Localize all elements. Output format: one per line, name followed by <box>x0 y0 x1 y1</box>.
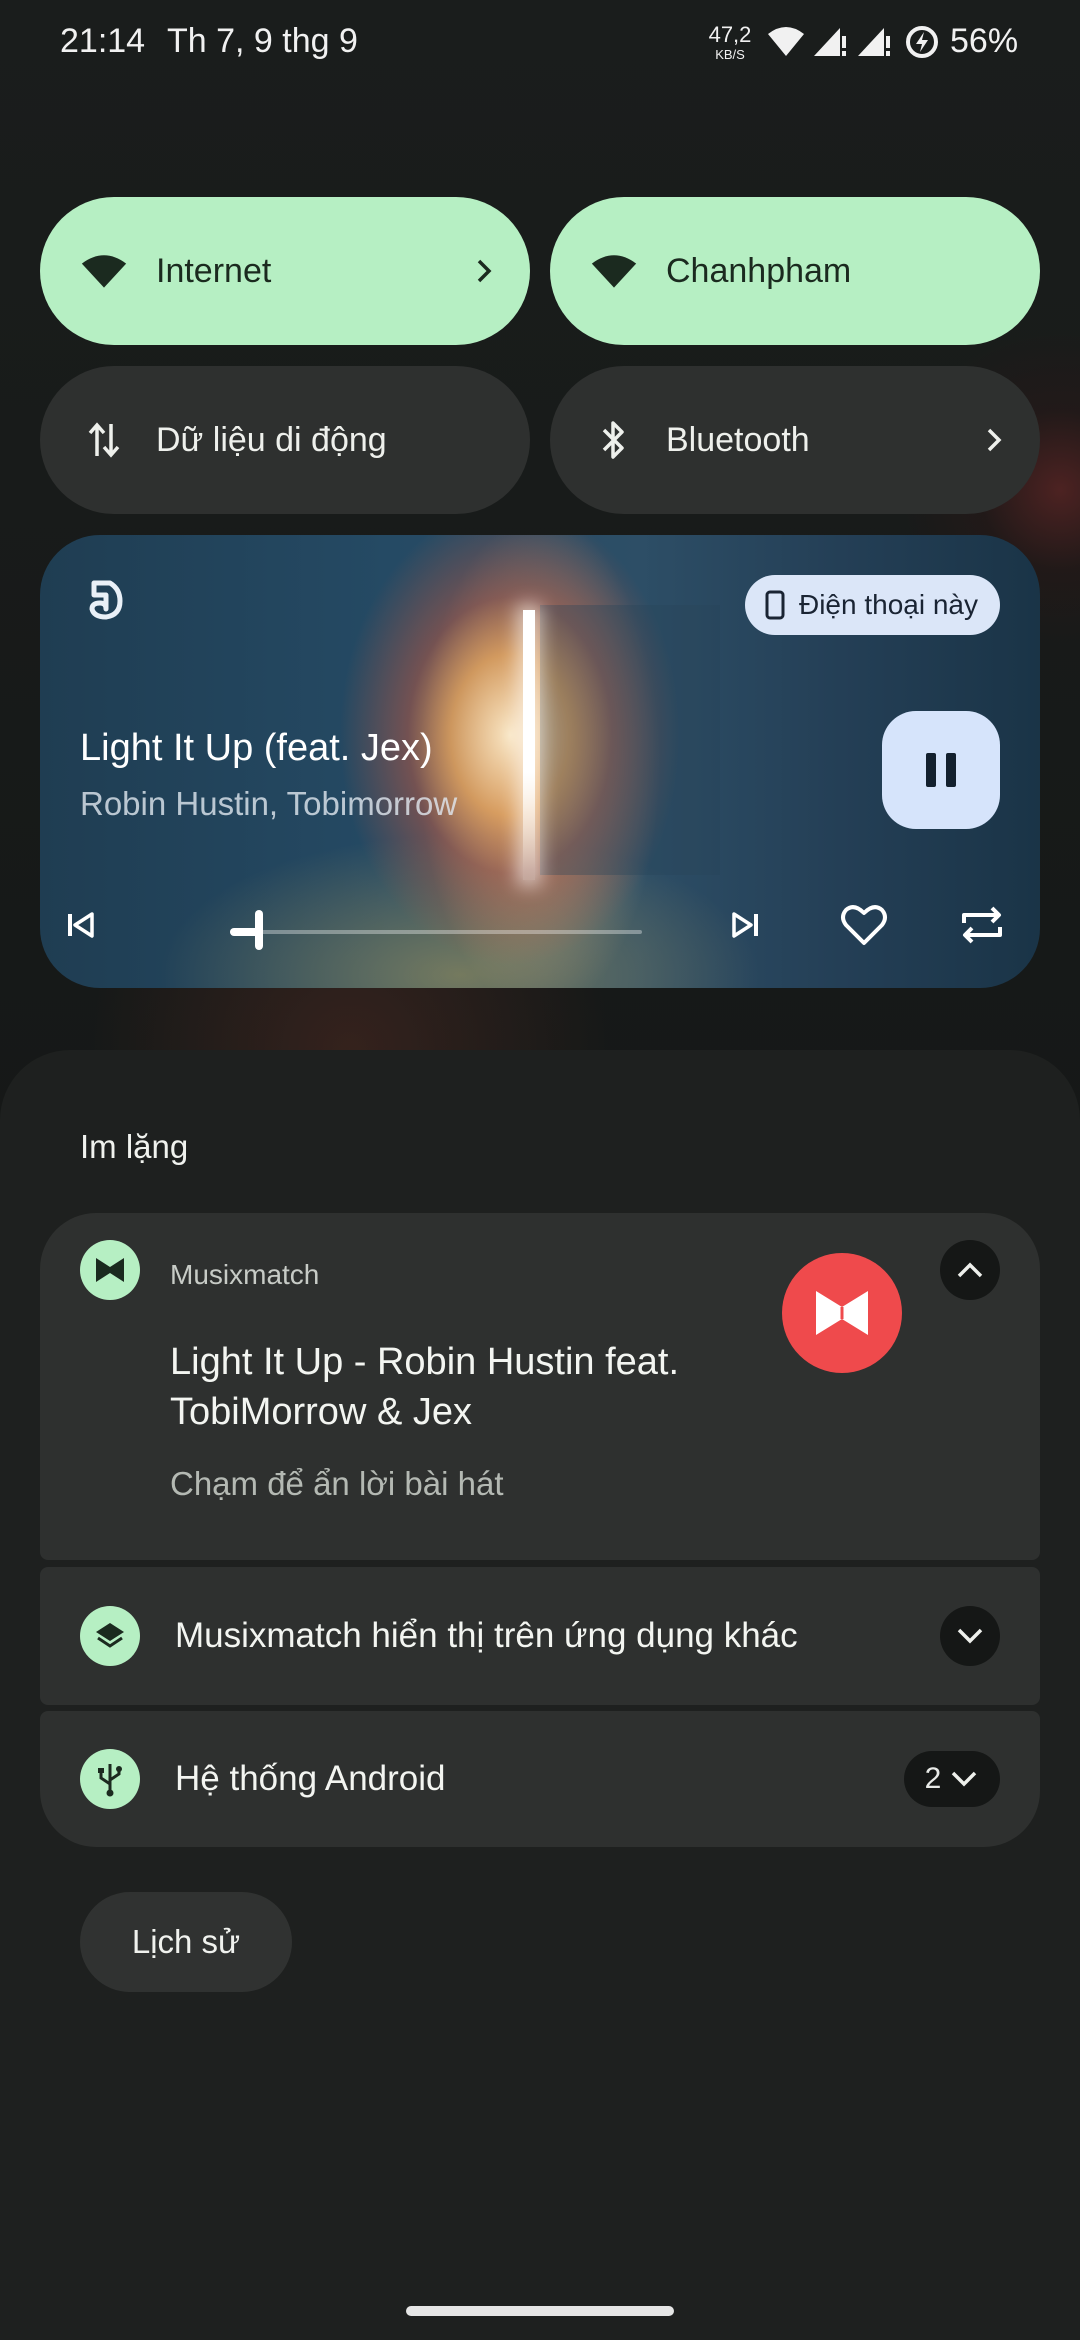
musixmatch-logo-icon <box>782 1253 902 1373</box>
gesture-navigation-handle[interactable] <box>406 2306 674 2316</box>
seek-bar[interactable] <box>230 910 642 950</box>
network-speed-unit: KB/S <box>715 47 745 62</box>
wifi-icon <box>768 27 804 56</box>
heart-icon[interactable] <box>838 899 890 951</box>
notification-count-expand[interactable]: 2 <box>904 1751 1000 1807</box>
chevron-down-icon <box>957 1628 983 1644</box>
bluetooth-icon <box>590 416 638 464</box>
music-note-icon <box>89 580 123 620</box>
notification-title: Light It Up - Robin Hustin feat. TobiMor… <box>170 1341 680 1433</box>
section-header-silent: Im lặng <box>80 1128 189 1165</box>
notification-android-system[interactable]: Hệ thống Android 2 <box>40 1711 1040 1847</box>
signal-icon <box>814 28 846 56</box>
song-artist: Robin Hustin, Tobimorrow <box>80 785 458 822</box>
phone-icon <box>765 590 785 620</box>
output-device-label: Điện thoại này <box>798 589 978 620</box>
repeat-icon[interactable] <box>956 899 1008 951</box>
layers-icon <box>80 1606 140 1666</box>
network-speed-value: 47,2 <box>708 22 752 47</box>
next-icon[interactable] <box>722 901 770 949</box>
history-button[interactable]: Lịch sử <box>80 1892 292 1992</box>
clock: 21:14 <box>60 22 146 60</box>
tile-label: Internet <box>156 251 272 290</box>
chevron-up-icon <box>957 1262 983 1278</box>
notification-title: Hệ thống Android <box>175 1759 446 1798</box>
tile-internet[interactable]: Internet <box>40 197 530 345</box>
expand-button[interactable] <box>940 1606 1000 1666</box>
output-device-chip[interactable]: Điện thoại này <box>744 575 1000 635</box>
pause-icon-bar <box>926 753 936 787</box>
usb-icon <box>80 1749 140 1809</box>
collapse-button[interactable] <box>940 1240 1000 1300</box>
tile-mobile-data[interactable]: Dữ liệu di động <box>40 366 530 514</box>
network-speed: 47,2 KB/S <box>708 22 752 62</box>
tile-label: Bluetooth <box>666 420 810 459</box>
musixmatch-app-icon <box>80 1240 140 1300</box>
seek-thumb[interactable] <box>255 910 263 950</box>
song-title: Light It Up (feat. Jex) <box>80 727 433 769</box>
album-art-detail <box>540 605 720 875</box>
pause-button[interactable] <box>882 711 1000 829</box>
tile-label: Chanhpham <box>666 251 852 290</box>
pause-icon-bar <box>946 753 956 787</box>
notification-text: Chạm để ẩn lời bài hát <box>170 1465 504 1502</box>
notification-title: Musixmatch hiển thị trên ứng dụng khác <box>175 1616 798 1655</box>
previous-icon[interactable] <box>56 901 104 949</box>
battery-saver-icon <box>906 26 938 58</box>
tile-bluetooth[interactable]: Bluetooth <box>550 366 1040 514</box>
wifi-icon <box>80 247 128 295</box>
wifi-icon <box>590 247 638 295</box>
chevron-right-icon <box>477 259 492 283</box>
album-art-light <box>523 610 535 880</box>
notification-count: 2 <box>924 1762 942 1795</box>
notification-musixmatch-overlay[interactable]: Musixmatch hiển thị trên ứng dụng khác <box>40 1567 1040 1705</box>
media-player-card[interactable]: Điện thoại này Light It Up (feat. Jex) R… <box>40 535 1040 988</box>
mobile-data-icon <box>80 416 128 464</box>
chevron-down-icon <box>952 1771 977 1787</box>
status-bar: 21:14 Th 7, 9 thg 9 47,2 KB/S 56% <box>0 0 1080 90</box>
notification-musixmatch-lyrics[interactable]: Musixmatch Light It Up - Robin Hustin fe… <box>40 1213 1040 1560</box>
signal-icon <box>858 28 890 56</box>
chevron-right-icon <box>987 428 1002 452</box>
date: Th 7, 9 thg 9 <box>167 22 358 60</box>
tile-label: Dữ liệu di động <box>156 420 387 459</box>
battery-percent: 56% <box>950 22 1019 60</box>
tile-wifi-network[interactable]: Chanhpham <box>550 197 1040 345</box>
notification-app-name: Musixmatch <box>170 1259 320 1290</box>
